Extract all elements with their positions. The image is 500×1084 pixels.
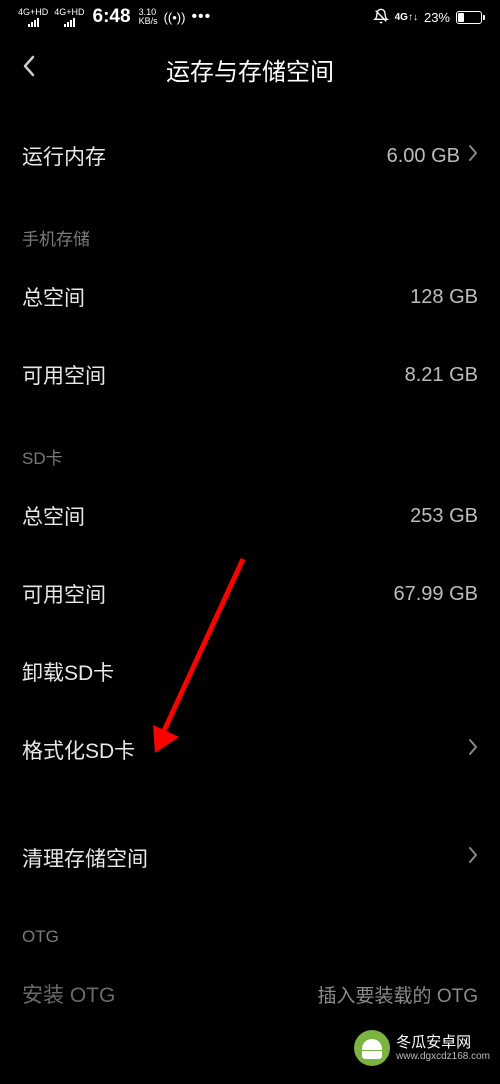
clean-storage-label: 清理存储空间 xyxy=(22,843,148,873)
chevron-right-icon xyxy=(468,846,478,870)
phone-avail-row[interactable]: 可用空间 8.21 GB xyxy=(0,336,500,414)
android-icon xyxy=(354,1030,390,1066)
ram-label: 运行内存 xyxy=(22,141,106,171)
phone-total-row[interactable]: 总空间 128 GB xyxy=(0,258,500,336)
signal-1-label: 4G+HD xyxy=(18,8,48,17)
watermark-title: 冬瓜安卓网 xyxy=(396,1034,490,1051)
ram-row[interactable]: 运行内存 6.00 GB xyxy=(0,117,500,195)
phone-avail-label: 可用空间 xyxy=(22,360,106,390)
battery-icon xyxy=(456,11,482,24)
sd-avail-label: 可用空间 xyxy=(22,579,106,609)
chevron-left-icon xyxy=(22,54,36,78)
clock: 6:48 xyxy=(93,6,131,28)
watermark: 冬瓜安卓网 www.dgxcdz168.com xyxy=(354,1030,490,1066)
section-phone-storage: 手机存储 xyxy=(0,195,500,258)
sd-format-label: 格式化SD卡 xyxy=(22,735,135,765)
otg-install-label: 安装 OTG xyxy=(22,979,115,1009)
sd-avail-value: 67.99 GB xyxy=(393,583,478,606)
sd-total-row[interactable]: 总空间 253 GB xyxy=(0,477,500,555)
signal-2-label: 4G+HD xyxy=(54,8,84,17)
sd-total-value: 253 GB xyxy=(410,505,478,528)
sd-avail-row[interactable]: 可用空间 67.99 GB xyxy=(0,555,500,633)
chevron-right-icon xyxy=(468,738,478,762)
signal-bars-icon xyxy=(64,17,75,27)
more-icon: ••• xyxy=(191,8,211,26)
ram-value: 6.00 GB xyxy=(387,145,460,168)
clean-storage-row[interactable]: 清理存储空间 xyxy=(0,819,500,897)
back-button[interactable] xyxy=(22,54,36,85)
otg-hint: 插入要装载的 OTG xyxy=(318,981,478,1008)
phone-total-value: 128 GB xyxy=(410,286,478,309)
signal-1: 4G+HD xyxy=(18,8,48,27)
chevron-right-icon xyxy=(468,144,478,168)
bell-off-icon xyxy=(373,8,389,27)
signal-bars-icon xyxy=(28,17,39,27)
status-right: 4G↑↓ 23% xyxy=(373,8,482,27)
speed-unit: KB/s xyxy=(139,17,158,26)
phone-total-label: 总空间 xyxy=(22,282,85,312)
phone-avail-value: 8.21 GB xyxy=(405,364,478,387)
header: 运存与存储空间 xyxy=(0,32,500,117)
hotspot-icon: ((•)) xyxy=(164,10,186,25)
battery-percent: 23% xyxy=(424,10,450,25)
otg-install-row: 安装 OTG 插入要装载的 OTG xyxy=(0,955,500,1033)
sd-total-label: 总空间 xyxy=(22,501,85,531)
net-speed: 3.10 KB/s xyxy=(139,8,158,26)
network-type-icon: 4G↑↓ xyxy=(395,12,418,23)
status-bar: 4G+HD 4G+HD 6:48 3.10 KB/s ((•)) ••• 4G↑… xyxy=(0,0,500,32)
sd-unmount-row[interactable]: 卸载SD卡 xyxy=(0,633,500,711)
status-left: 4G+HD 4G+HD 6:48 3.10 KB/s ((•)) ••• xyxy=(18,6,211,28)
watermark-url: www.dgxcdz168.com xyxy=(396,1051,490,1063)
page-title: 运存与存储空间 xyxy=(18,52,482,87)
sd-format-row[interactable]: 格式化SD卡 xyxy=(0,711,500,789)
sd-unmount-label: 卸载SD卡 xyxy=(22,657,114,687)
section-otg: OTG xyxy=(0,897,500,955)
signal-2: 4G+HD xyxy=(54,8,84,27)
section-sd-card: SD卡 xyxy=(0,414,500,477)
